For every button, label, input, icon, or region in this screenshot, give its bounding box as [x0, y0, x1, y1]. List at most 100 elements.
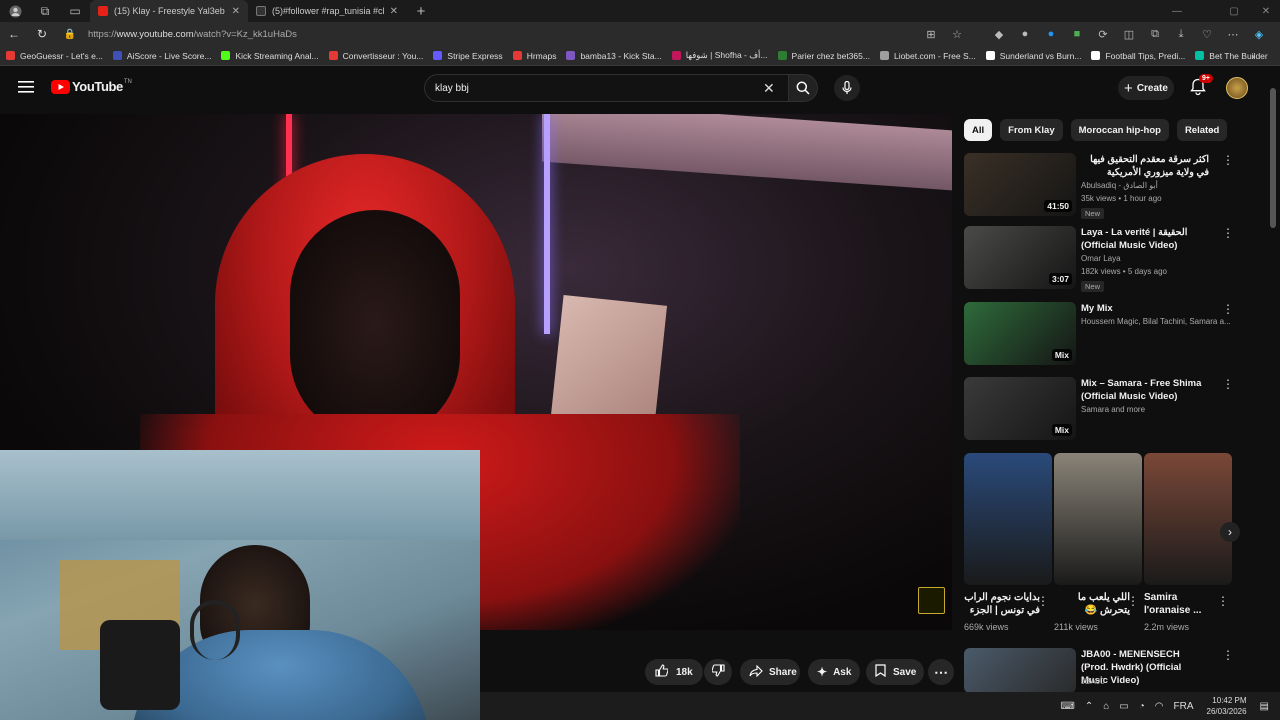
wifi-icon[interactable]: ◠	[1155, 701, 1164, 712]
chip-from-klay[interactable]: From Klay	[1000, 119, 1063, 141]
maximize-icon[interactable]: ▢	[1220, 0, 1248, 22]
chip-all[interactable]: All	[964, 119, 993, 141]
refresh-extension-icon[interactable]: ⟳	[1090, 22, 1116, 46]
collections-icon[interactable]: ⧉	[1142, 22, 1168, 46]
bookmark-item[interactable]: Sunderland vs Burn...	[985, 51, 1081, 61]
notifications-button[interactable]: 9+	[1190, 74, 1213, 101]
kebab-menu-icon[interactable]: ⋮	[1217, 594, 1229, 608]
bookmarks-overflow-icon[interactable]: ›	[1252, 51, 1255, 61]
chip-related[interactable]: Related	[1176, 119, 1228, 141]
bookmark-item[interactable]: Parier chez bet365...	[777, 51, 870, 61]
back-icon[interactable]: ←	[0, 22, 28, 46]
app-available-icon[interactable]: ⊞	[918, 22, 944, 46]
avatar[interactable]	[1226, 77, 1248, 99]
kebab-menu-icon[interactable]: ⋮	[1037, 594, 1049, 608]
share-button[interactable]: Share	[740, 659, 800, 685]
bookmark-item[interactable]: Liobet.com - Free S...	[879, 51, 976, 61]
short-title[interactable]: Samira l'oranaise ...	[1144, 591, 1220, 617]
tray-overflow-icon[interactable]: ⌃	[1085, 701, 1093, 712]
profile-icon[interactable]	[0, 0, 30, 22]
close-tab-icon[interactable]: ✕	[390, 6, 398, 17]
battery-icon[interactable]: ▭	[1119, 701, 1128, 712]
bookmark-item[interactable]: Bet The Builder	[1195, 51, 1268, 61]
split-screen-icon[interactable]: ◫	[1116, 22, 1142, 46]
kebab-menu-icon[interactable]: ⋮	[1222, 302, 1234, 316]
short-title[interactable]: بدايات نجوم الراب في تونس | الجزء	[964, 591, 1040, 617]
kebab-menu-icon[interactable]: ⋮	[1222, 648, 1234, 662]
like-button[interactable]: 18k	[645, 659, 703, 685]
bookmark-item[interactable]: AiScore - Live Score...	[112, 51, 211, 61]
tab-tiktok[interactable]: (5)#follower #rap_tunisia #clach ✕	[248, 0, 406, 22]
youtube-logo[interactable]: YouTube TN	[51, 79, 132, 94]
recommendation-item[interactable]: Mix My Mix Houssem Magic, Bilal Tachini,…	[964, 302, 1234, 366]
short-thumbnail[interactable]	[964, 453, 1052, 585]
dislike-button[interactable]	[704, 659, 732, 685]
extension-icon[interactable]: ■	[1064, 22, 1090, 46]
network-icon[interactable]: ⌂	[1103, 701, 1109, 712]
bookmark-item[interactable]: Football Tips, Predi...	[1091, 51, 1185, 61]
like-count: 18k	[676, 666, 693, 678]
bookmark-item[interactable]: Hrmaps	[512, 51, 556, 61]
save-button[interactable]: Save	[866, 659, 924, 685]
extension-icon[interactable]: ●	[1012, 22, 1038, 46]
bookmark-item[interactable]: Stripe Express	[433, 50, 503, 61]
workspaces-icon[interactable]: ⧉	[30, 0, 60, 22]
create-button[interactable]: + Create	[1118, 76, 1174, 100]
mix-badge: Mix	[1051, 349, 1072, 361]
close-tab-icon[interactable]: ✕	[232, 6, 240, 17]
bookmark-item[interactable]: GeoGuessr - Let's e...	[6, 51, 103, 61]
download-icon[interactable]: ⤓	[1168, 22, 1194, 46]
keyboard-icon[interactable]: ⌨	[1060, 701, 1074, 712]
browser-essentials-icon[interactable]: ♡	[1194, 22, 1220, 46]
voice-search-button[interactable]	[834, 75, 860, 101]
copilot-icon[interactable]: ◈	[1246, 22, 1272, 46]
short-views: 669k views	[964, 622, 1009, 632]
tab-youtube[interactable]: (15) Klay - Freestyle Yal3eb Dad... ✕	[90, 0, 248, 22]
extension-icon[interactable]: ◆	[986, 22, 1012, 46]
favorite-star-icon[interactable]: ☆	[944, 22, 970, 46]
bookmark-item[interactable]: bamba13 - Kick Sta...	[566, 51, 662, 61]
reload-icon[interactable]: ↻	[28, 22, 56, 46]
volume-icon[interactable]: ◔	[1139, 701, 1145, 712]
kebab-menu-icon[interactable]: ⋮	[1222, 153, 1234, 167]
recommendation-item[interactable]: Mix Mix – Samara - Free Shima (Official …	[964, 377, 1234, 441]
bookmark-label: Convertisseur : You...	[342, 50, 424, 61]
url-field[interactable]: https://www.youtube.com/watch?v=Kz_kk1uH…	[88, 25, 918, 43]
site-info-icon[interactable]: 🔒	[56, 22, 84, 46]
channel-watermark[interactable]	[918, 587, 945, 614]
chip-moroccan-hip-hop[interactable]: Moroccan hip-hop	[1070, 119, 1169, 141]
bookmark-item[interactable]: Convertisseur : You...	[328, 50, 424, 61]
clear-search-icon[interactable]: ✕	[763, 80, 775, 97]
bookmark-label: Stripe Express	[447, 50, 503, 61]
hamburger-menu-icon[interactable]	[18, 80, 34, 99]
tab-actions-icon[interactable]: ▭	[60, 0, 90, 22]
shorts-next-icon[interactable]: ›	[1220, 522, 1240, 542]
short-thumbnail[interactable]	[1144, 453, 1232, 585]
close-window-icon[interactable]: ✕	[1252, 0, 1280, 22]
bookmark-item[interactable]: شوفها | Shofha - أف...	[671, 50, 768, 61]
kebab-menu-icon[interactable]: ⋮	[1127, 594, 1139, 608]
sparkle-icon: ✦	[817, 665, 828, 679]
clock[interactable]: 10:42 PM 26/03/2026	[1207, 695, 1247, 717]
recommendation-item[interactable]: 41:50 اكثر سرقة معقدم التحقيق فيها في ول…	[964, 153, 1234, 219]
more-menu-icon[interactable]: ⋯	[1220, 22, 1246, 46]
new-tab-icon[interactable]: +	[406, 0, 436, 22]
notification-center-icon[interactable]: ▤	[1260, 701, 1269, 712]
kebab-menu-icon[interactable]: ⋮	[1222, 226, 1234, 240]
extension-icon[interactable]: ●	[1038, 22, 1064, 46]
recommendation-item[interactable]: JBA00 - MENENSECH (Prod. Hwdrk) (Officia…	[964, 648, 1234, 693]
search-input[interactable]: klay bbj ✕	[424, 74, 794, 102]
bookmark-item[interactable]: Kick Streaming Anal...	[221, 51, 319, 61]
recommendation-item[interactable]: 3:07 Laya - La verité | الحقيقة (Officia…	[964, 226, 1234, 292]
chips-next-icon[interactable]: ›	[1210, 123, 1214, 137]
create-label: Create	[1136, 82, 1168, 94]
short-thumbnail[interactable]	[1054, 453, 1142, 585]
short-title[interactable]: اللي يلعب ما يتحرش 😂	[1054, 591, 1130, 617]
kebab-menu-icon[interactable]: ⋮	[1222, 377, 1234, 391]
minimize-icon[interactable]: —	[1163, 0, 1191, 22]
search-button[interactable]	[788, 74, 818, 102]
more-actions-button[interactable]: ⋯	[928, 659, 954, 685]
ask-button[interactable]: ✦ Ask	[808, 659, 860, 685]
keyboard-language[interactable]: FRA	[1174, 701, 1194, 712]
page-scrollbar[interactable]	[1270, 88, 1276, 228]
